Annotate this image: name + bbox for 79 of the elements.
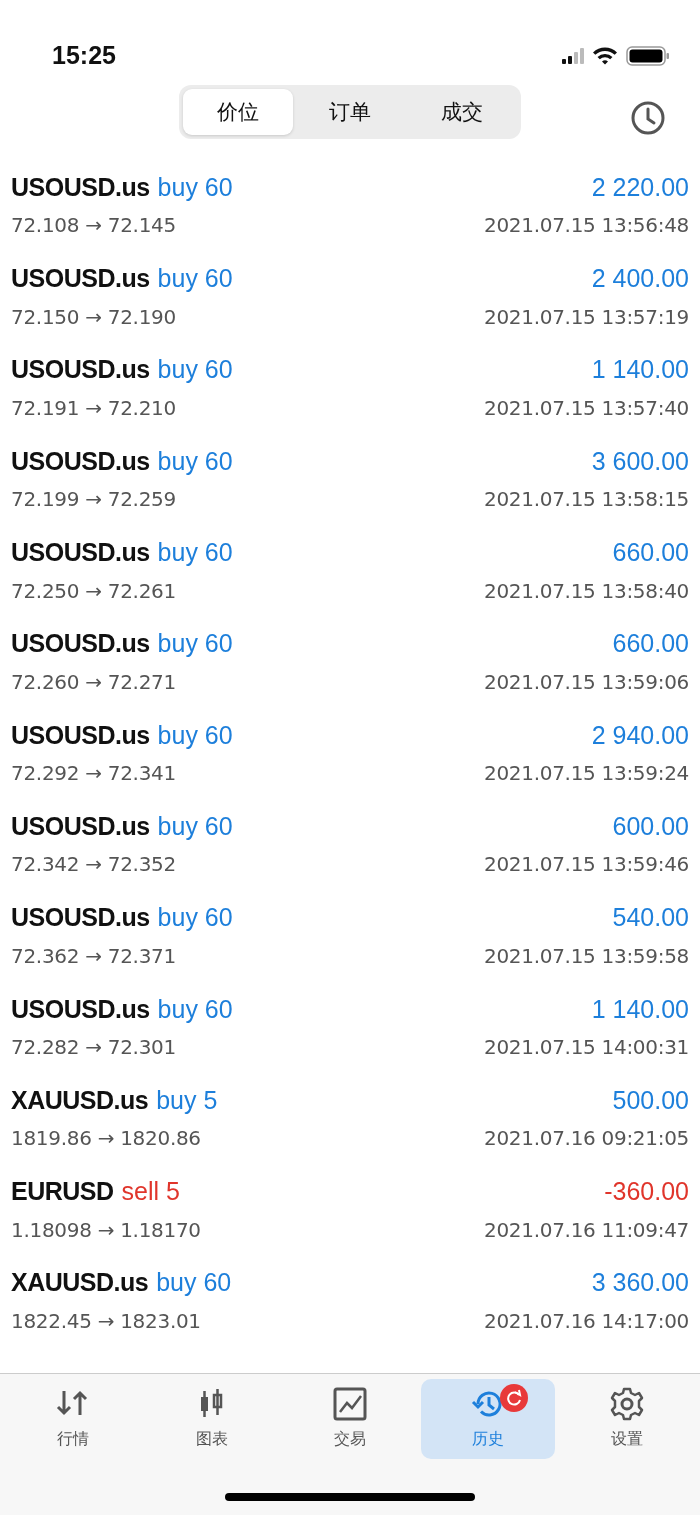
tab-bar-item[interactable]: 图表 xyxy=(144,1379,279,1459)
tab-bar-item[interactable]: 行情 xyxy=(6,1379,141,1459)
segment-tab[interactable]: 价位 xyxy=(183,89,293,135)
deal-side: buy 60 xyxy=(156,1267,232,1299)
deal-side: buy 60 xyxy=(157,445,233,477)
deal-side: buy 60 xyxy=(157,263,233,295)
settings-icon xyxy=(609,1387,644,1421)
deal-side: buy 5 xyxy=(156,1084,218,1116)
deal-profit: 2 940.00 xyxy=(591,719,689,751)
wifi-icon xyxy=(592,46,618,65)
deal-profit: -360.00 xyxy=(604,1176,689,1208)
segment-tab[interactable]: 成交 xyxy=(407,89,517,135)
deal-time: 2021.07.15 13:59:24 xyxy=(484,760,689,788)
deal-prices: 72.282 → 72.301 xyxy=(11,1034,176,1062)
deal-side: buy 60 xyxy=(157,902,233,934)
deal-side: buy 60 xyxy=(157,628,233,660)
deal-time: 2021.07.15 13:58:15 xyxy=(484,486,689,514)
deal-symbol: USOUSD.us xyxy=(11,628,150,660)
deal-time: 2021.07.15 13:59:46 xyxy=(484,851,689,879)
deal-symbol: XAUUSD.us xyxy=(11,1084,149,1116)
deal-time: 2021.07.15 13:57:19 xyxy=(484,303,689,331)
deal-time: 2021.07.16 09:21:05 xyxy=(484,1125,689,1153)
deal-symbol: USOUSD.us xyxy=(11,719,150,751)
deal-side: buy 60 xyxy=(157,719,233,751)
line-chart-icon xyxy=(332,1387,367,1421)
deal-time: 2021.07.15 13:56:48 xyxy=(484,212,689,240)
deal-symbol: USOUSD.us xyxy=(11,354,150,386)
deal-profit: 540.00 xyxy=(612,902,689,934)
deal-prices: 72.260 → 72.271 xyxy=(11,668,176,696)
deal-side: sell 5 xyxy=(121,1176,180,1208)
deal-symbol: EURUSD xyxy=(11,1176,114,1208)
tab-bar-item[interactable]: 交易 xyxy=(282,1379,417,1459)
deal-symbol: USOUSD.us xyxy=(11,902,150,934)
deal-time: 2021.07.15 13:57:40 xyxy=(484,395,689,422)
deal-symbol: USOUSD.us xyxy=(11,810,150,842)
deal-time: 2021.07.15 14:00:31 xyxy=(484,1034,689,1062)
battery-icon xyxy=(626,45,670,66)
tab-bar-item[interactable]: 设置 xyxy=(559,1379,694,1459)
deal-time: 2021.07.16 14:17:00 xyxy=(484,1307,689,1335)
deal-symbol: USOUSD.us xyxy=(11,445,150,477)
deal-profit: 2 220.00 xyxy=(591,171,689,203)
status-time: 15:25 xyxy=(52,39,116,71)
deal-prices: 72.199 → 72.259 xyxy=(11,486,176,514)
deal-symbol: USOUSD.us xyxy=(11,537,150,569)
clock-icon[interactable] xyxy=(631,101,665,135)
deal-symbol: USOUSD.us xyxy=(11,993,150,1025)
deal-prices: 72.250 → 72.261 xyxy=(11,577,176,605)
deal-prices: 1819.86 → 1820.86 xyxy=(11,1125,201,1153)
deal-side: buy 60 xyxy=(157,810,233,842)
deal-prices: 72.362 → 72.371 xyxy=(11,942,176,970)
segment-tab[interactable]: 订单 xyxy=(295,89,405,135)
deal-prices: 72.342 → 72.352 xyxy=(11,851,176,879)
deal-profit: 3 600.00 xyxy=(591,445,689,477)
deal-side: buy 60 xyxy=(157,171,233,203)
deal-profit: 600.00 xyxy=(612,810,689,842)
deal-prices: 72.108 → 72.145 xyxy=(11,212,176,240)
deal-profit: 1 140.00 xyxy=(591,354,689,386)
deal-prices: 1822.45 → 1823.01 xyxy=(11,1307,201,1335)
deal-time: 2021.07.16 11:09:47 xyxy=(484,1216,689,1244)
deal-profit: 3 360.00 xyxy=(591,1267,689,1299)
deal-side: buy 60 xyxy=(157,537,233,569)
deal-profit: 660.00 xyxy=(612,628,689,660)
deal-prices: 72.150 → 72.190 xyxy=(11,303,176,331)
deal-prices: 72.292 → 72.341 xyxy=(11,760,176,788)
deal-profit: 2 400.00 xyxy=(591,263,689,295)
deal-prices: 1.18098 → 1.18170 xyxy=(11,1216,201,1244)
deal-side: buy 60 xyxy=(157,993,233,1025)
deal-prices: 72.191 → 72.210 xyxy=(11,395,176,422)
signal-icon xyxy=(562,47,584,64)
deal-time: 2021.07.15 13:59:06 xyxy=(484,668,689,696)
deal-symbol: XAUUSD.us xyxy=(11,1267,149,1299)
deal-profit: 1 140.00 xyxy=(591,993,689,1025)
deal-symbol: USOUSD.us xyxy=(11,263,150,295)
deal-time: 2021.07.15 13:58:40 xyxy=(484,577,689,605)
deal-profit: 660.00 xyxy=(612,537,689,569)
deal-profit: 500.00 xyxy=(612,1084,689,1116)
deal-time: 2021.07.15 13:59:58 xyxy=(484,942,689,970)
deal-symbol: USOUSD.us xyxy=(11,171,150,203)
deal-side: buy 60 xyxy=(157,354,233,386)
